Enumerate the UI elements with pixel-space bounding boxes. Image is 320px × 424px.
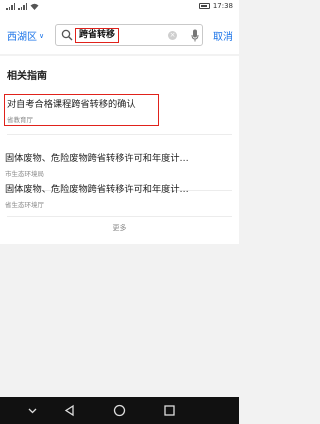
status-bar: 17:38 <box>0 0 239 14</box>
microphone-icon[interactable] <box>191 29 199 42</box>
result-item[interactable]: 对自考合格课程跨省转移的确认 省教育厅 <box>4 94 159 126</box>
wifi-icon <box>30 3 39 10</box>
result-title: 固体废物、危险废物跨省转移许可和年度计… <box>5 184 189 195</box>
result-title: 固体废物、危险废物跨省转移许可和年度计… <box>5 153 189 164</box>
signal-indicators <box>6 3 39 10</box>
clear-icon[interactable]: × <box>168 31 177 40</box>
chevron-down-icon[interactable] <box>26 404 39 417</box>
search-header: 西湖区 ∨ 跨省转移 × 取消 <box>0 14 239 54</box>
battery-icon <box>198 3 210 9</box>
results-card: 相关指南 对自考合格课程跨省转移的确认 省教育厅 固体废物、危险废物跨省转移许可… <box>0 56 239 244</box>
signal-icon <box>6 3 15 10</box>
chevron-down-icon: ∨ <box>39 32 45 40</box>
section-title: 相关指南 <box>7 71 47 82</box>
search-query-text[interactable]: 跨省转移 <box>75 28 120 43</box>
search-icon <box>61 29 73 41</box>
divider <box>7 216 232 217</box>
cancel-button[interactable]: 取消 <box>213 28 233 43</box>
result-source: 省生态环境厅 <box>5 201 44 209</box>
back-triangle-icon[interactable] <box>63 404 76 417</box>
region-selector[interactable]: 西湖区 ∨ <box>7 28 44 43</box>
more-button[interactable]: 更多 <box>0 223 239 233</box>
result-title: 对自考合格课程跨省转移的确认 <box>7 99 136 110</box>
result-item[interactable]: 固体废物、危险废物跨省转移许可和年度计… 市生态环境局 <box>5 150 237 178</box>
result-source: 省教育厅 <box>7 116 33 124</box>
status-time: 17:38 <box>212 2 233 10</box>
result-item[interactable]: 固体废物、危险废物跨省转移许可和年度计… 省生态环境厅 <box>5 181 237 209</box>
divider <box>7 134 232 135</box>
recent-square-icon[interactable] <box>163 404 176 417</box>
result-source: 市生态环境局 <box>5 170 44 178</box>
system-nav-bar <box>0 397 239 424</box>
signal-icon-2 <box>18 3 27 10</box>
search-input[interactable]: 跨省转移 × <box>55 24 203 46</box>
region-label: 西湖区 <box>7 32 37 43</box>
home-circle-icon[interactable] <box>113 404 126 417</box>
